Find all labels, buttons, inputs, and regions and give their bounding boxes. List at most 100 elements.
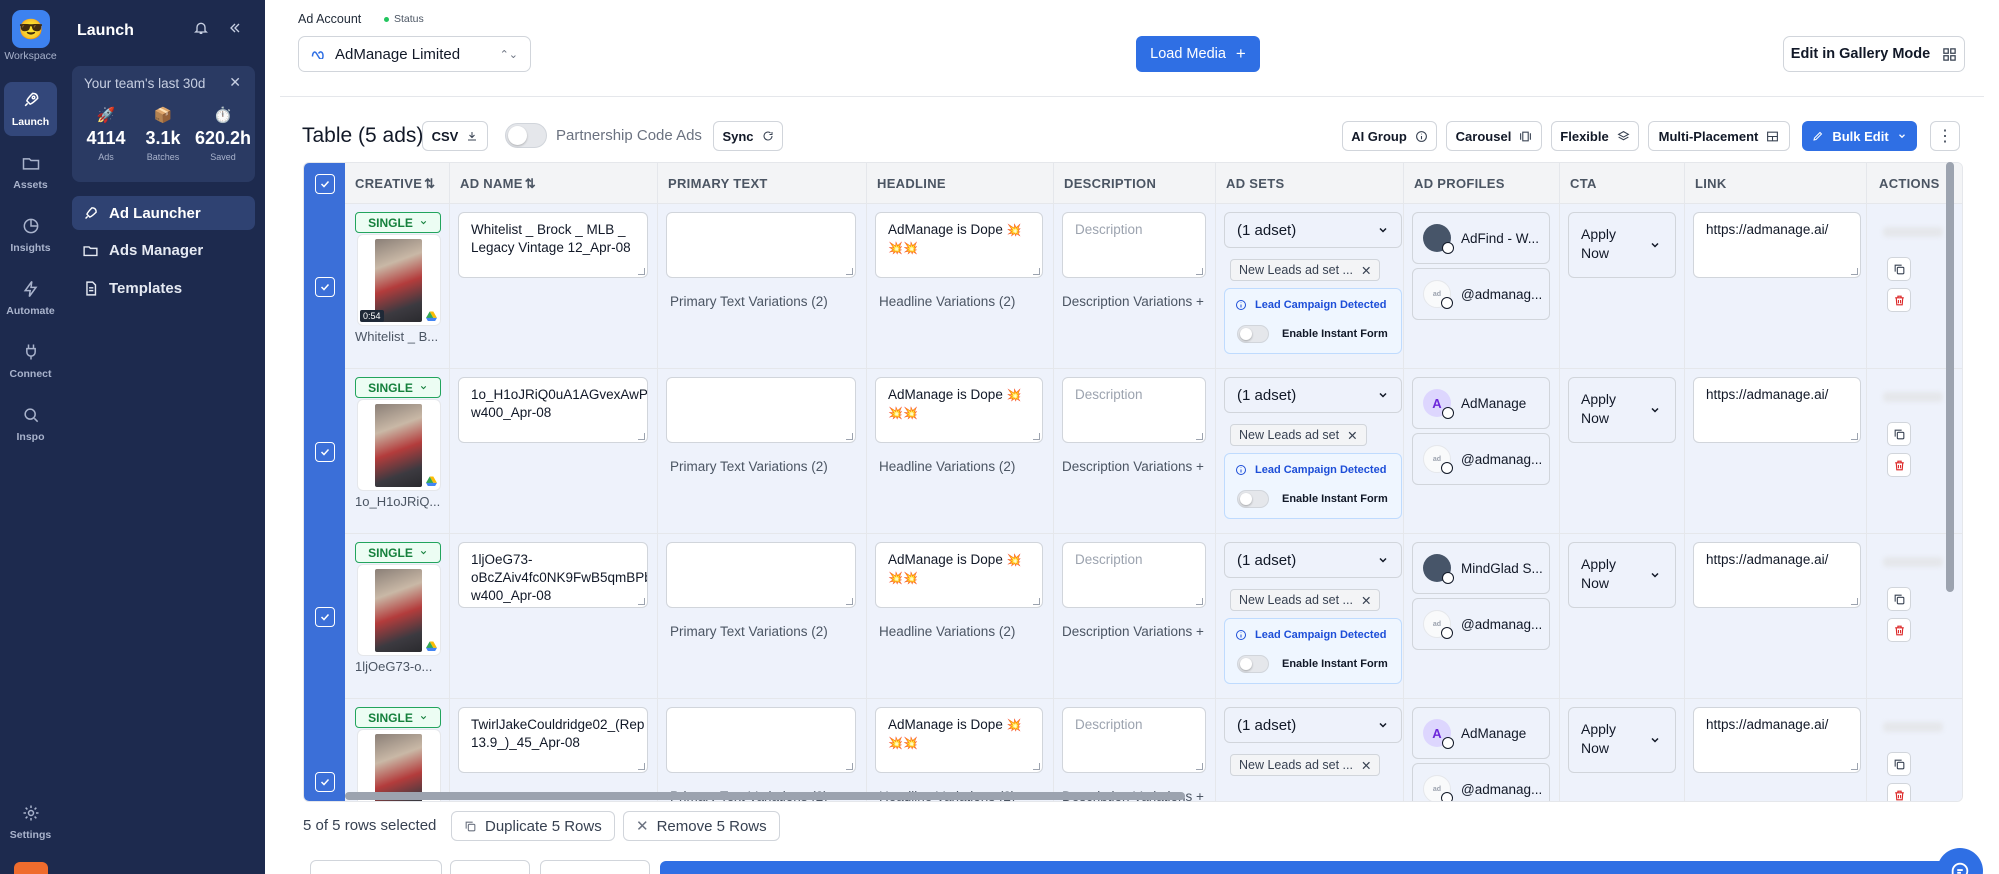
resize-handle-icon[interactable] — [638, 763, 645, 770]
ad-name-input[interactable]: Whitelist _ Brock _ MLB _ Legacy Vintage… — [458, 212, 648, 278]
bottom-button-3[interactable] — [540, 860, 650, 874]
sort-icon[interactable]: ⇅ — [424, 176, 435, 192]
resize-handle-icon[interactable] — [1196, 763, 1203, 770]
description-input[interactable]: Description — [1062, 377, 1206, 443]
adset-select[interactable]: (1 adset) — [1224, 212, 1402, 248]
instagram-profile[interactable]: ad @admanag... — [1412, 433, 1550, 485]
headline-variations-link[interactable]: Headline Variations (2) — [879, 459, 1015, 474]
resize-handle-icon[interactable] — [1033, 268, 1040, 275]
ad-name-input[interactable]: 1o_H1oJRiQ0uA1AGvexAwPv28eFIEDGPC-w400_A… — [458, 377, 648, 443]
primary-variations-link[interactable]: Primary Text Variations (2) — [670, 459, 828, 474]
ad-name-input[interactable]: 1ljOeG73-oBcZAiv4fc0NK9FwB5qmBPbH-w400_A… — [458, 542, 648, 608]
headline-input[interactable]: AdManage is Dope 💥 💥💥 — [875, 377, 1043, 443]
duplicate-row-button[interactable] — [1887, 257, 1911, 281]
resize-handle-icon[interactable] — [1196, 433, 1203, 440]
multi-placement-button[interactable]: Multi-Placement — [1648, 121, 1790, 151]
partnership-toggle[interactable] — [505, 123, 547, 148]
sync-button[interactable]: Sync — [713, 121, 783, 151]
col-creative[interactable]: CREATIVE ⇅ — [345, 163, 450, 204]
resize-handle-icon[interactable] — [1033, 433, 1040, 440]
horizontal-scrollbar[interactable] — [345, 792, 1185, 800]
resize-handle-icon[interactable] — [1851, 598, 1858, 605]
vertical-scrollbar[interactable] — [1946, 162, 1954, 592]
launch-button[interactable] — [660, 861, 1950, 874]
facebook-profile[interactable]: A AdManage — [1412, 707, 1550, 759]
more-options-button[interactable]: ⋮ — [1930, 121, 1960, 151]
carousel-button[interactable]: Carousel — [1446, 121, 1542, 151]
resize-handle-icon[interactable] — [1851, 268, 1858, 275]
bell-icon[interactable] — [193, 20, 209, 36]
delete-row-button[interactable] — [1887, 618, 1911, 642]
rail-item-assets[interactable]: Assets — [4, 145, 57, 199]
description-input[interactable]: Description — [1062, 542, 1206, 608]
close-icon[interactable]: ✕ — [1361, 593, 1371, 608]
sort-icon[interactable]: ⇅ — [525, 176, 536, 192]
link-input[interactable]: https://admanage.ai/ — [1693, 377, 1861, 443]
nav-ad-launcher[interactable]: Ad Launcher — [72, 196, 255, 230]
description-variations-link[interactable]: Description Variations + — [1062, 294, 1204, 309]
duplicate-row-button[interactable] — [1887, 422, 1911, 446]
collapse-icon[interactable] — [227, 20, 243, 36]
duplicate-row-button[interactable] — [1887, 587, 1911, 611]
bulk-edit-button[interactable]: Bulk Edit — [1802, 121, 1917, 151]
description-variations-link[interactable]: Description Variations + — [1062, 459, 1204, 474]
delete-row-button[interactable] — [1887, 783, 1911, 801]
headline-input[interactable]: AdManage is Dope 💥 💥💥 — [875, 212, 1043, 278]
row-checkbox[interactable] — [314, 441, 335, 462]
rail-item-insights[interactable]: Insights — [4, 208, 57, 262]
row-checkbox[interactable] — [314, 276, 335, 297]
cta-select[interactable]: Apply Now — [1568, 707, 1676, 773]
remove-rows-button[interactable]: ✕ Remove 5 Rows — [623, 811, 780, 841]
facebook-profile[interactable]: A AdManage — [1412, 377, 1550, 429]
creative-thumbnail[interactable]: 0:54 — [357, 234, 441, 326]
creative-thumbnail[interactable] — [357, 399, 441, 491]
select-all-checkbox[interactable] — [314, 173, 335, 194]
instant-form-toggle[interactable] — [1237, 490, 1269, 508]
description-variations-link[interactable]: Description Variations + — [1062, 624, 1204, 639]
resize-handle-icon[interactable] — [638, 598, 645, 605]
nav-templates[interactable]: Templates — [72, 271, 255, 305]
primary-text-input[interactable] — [666, 212, 856, 278]
instant-form-toggle[interactable] — [1237, 655, 1269, 673]
creative-thumbnail[interactable] — [357, 564, 441, 656]
cta-select[interactable]: Apply Now — [1568, 542, 1676, 608]
resize-handle-icon[interactable] — [1851, 763, 1858, 770]
description-input[interactable]: Description — [1062, 212, 1206, 278]
primary-text-input[interactable] — [666, 542, 856, 608]
user-avatar[interactable] — [14, 862, 48, 874]
bottom-button-1[interactable] — [310, 860, 442, 874]
link-input[interactable]: https://admanage.ai/ — [1693, 542, 1861, 608]
cta-select[interactable]: Apply Now — [1568, 212, 1676, 278]
headline-variations-link[interactable]: Headline Variations (2) — [879, 624, 1015, 639]
primary-text-input[interactable] — [666, 377, 856, 443]
load-media-button[interactable]: Load Media + — [1136, 36, 1260, 72]
rail-item-inspo[interactable]: Inspo — [4, 397, 57, 451]
instant-form-toggle[interactable] — [1237, 325, 1269, 343]
facebook-profile[interactable]: AdFind - W... — [1412, 212, 1550, 264]
row-checkbox[interactable] — [314, 606, 335, 627]
single-badge[interactable]: SINGLE — [355, 212, 441, 233]
headline-variations-link[interactable]: Headline Variations (2) — [879, 294, 1015, 309]
description-input[interactable]: Description — [1062, 707, 1206, 773]
resize-handle-icon[interactable] — [1851, 433, 1858, 440]
headline-input[interactable]: AdManage is Dope 💥 💥💥 — [875, 542, 1043, 608]
ad-account-select[interactable]: AdManage Limited ⌃⌄ — [298, 36, 531, 72]
ai-group-button[interactable]: AI Group — [1342, 121, 1437, 151]
resize-handle-icon[interactable] — [638, 268, 645, 275]
single-badge[interactable]: SINGLE — [355, 707, 441, 728]
delete-row-button[interactable] — [1887, 288, 1911, 312]
adset-select[interactable]: (1 adset) — [1224, 377, 1402, 413]
single-badge[interactable]: SINGLE — [355, 542, 441, 563]
primary-variations-link[interactable]: Primary Text Variations (2) — [670, 294, 828, 309]
resize-handle-icon[interactable] — [638, 433, 645, 440]
resize-handle-icon[interactable] — [1033, 763, 1040, 770]
resize-handle-icon[interactable] — [1196, 268, 1203, 275]
ad-name-input[interactable]: TwirlJakeCouldridge02_(Rep 13.9_)_45_Apr… — [458, 707, 648, 773]
link-input[interactable]: https://admanage.ai/ — [1693, 212, 1861, 278]
resize-handle-icon[interactable] — [846, 268, 853, 275]
bottom-button-2[interactable] — [450, 860, 530, 874]
headline-input[interactable]: AdManage is Dope 💥 💥💥 — [875, 707, 1043, 773]
primary-variations-link[interactable]: Primary Text Variations (2) — [670, 624, 828, 639]
resize-handle-icon[interactable] — [846, 433, 853, 440]
workspace-logo[interactable]: 😎 — [12, 10, 50, 48]
